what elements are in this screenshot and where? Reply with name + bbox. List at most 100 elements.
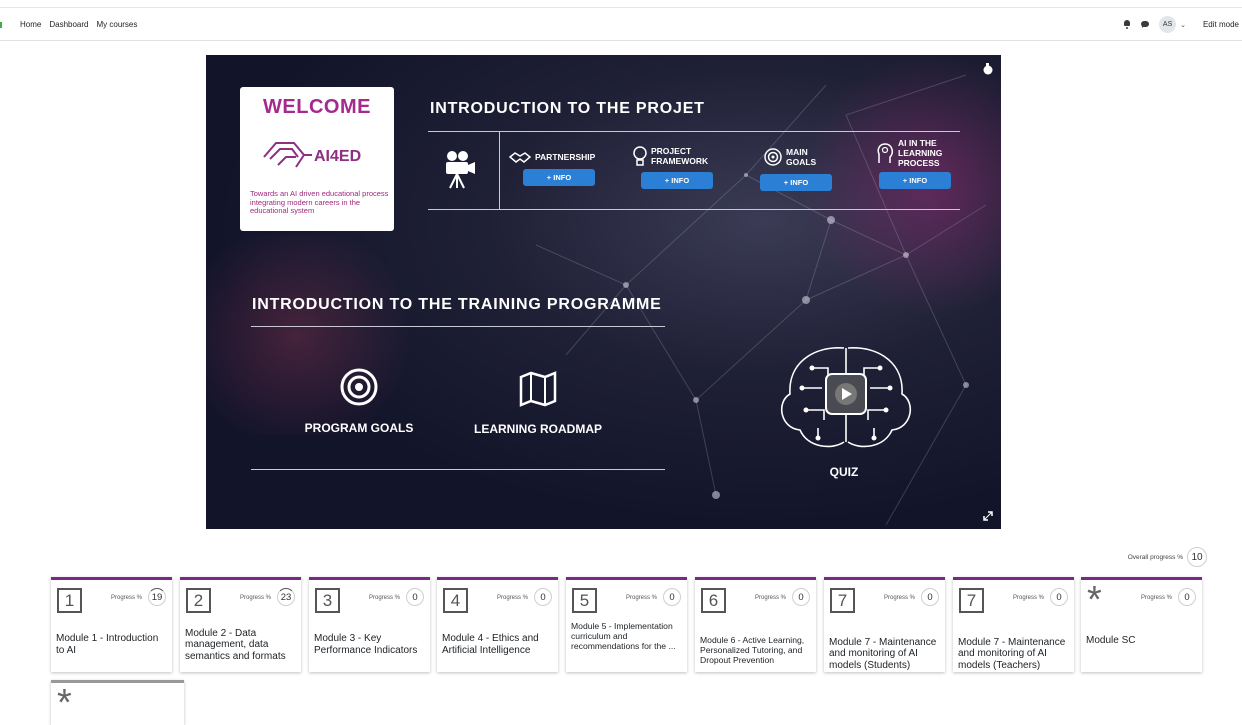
module-card[interactable]: 4 Progress % 0 Module 4 - Ethics and Art… [437,577,558,672]
welcome-title: WELCOME [263,96,371,118]
module-title[interactable]: Module SC [1086,635,1198,647]
progress-label: Progress % [239,595,271,601]
divider [499,131,500,209]
module-title[interactable]: Module 5 - Implementation curriculum and… [571,621,683,671]
module-number-icon: 6 [701,588,726,613]
module-card[interactable]: 5 Progress % 0 Module 5 - Implementation… [566,577,687,672]
project-item-partnership: PARTNERSHIP + INFO [509,151,595,186]
asterisk-icon: * [57,682,72,724]
module-card[interactable]: 2 Progress % 23 Module 2 - Data manageme… [180,577,301,672]
progress-label: Progress % [883,595,915,601]
progress-ring: 0 [534,588,552,606]
overall-progress-ring: 10 [1187,547,1207,567]
module-title[interactable]: Module 3 - Key Performance Indicators [314,633,426,656]
training-section-title: INTRODUCTION TO THE TRAINING PROGRAMME [252,296,662,313]
user-tools: AS ⌄ Edit mode [1123,16,1239,33]
progress-label: Progress % [110,595,142,601]
project-item-label: AI IN THE LEARNING PROCESS [898,138,943,168]
progress-label: Progress % [368,595,400,601]
brain-head-icon [877,143,894,163]
chevron-down-icon[interactable]: ⌄ [1180,21,1186,29]
module-number-icon: 4 [443,588,468,613]
program-goals-label: PROGRAM GOALS [304,421,414,435]
goals-info-button[interactable]: + INFO [760,174,832,191]
avatar[interactable]: AS [1159,16,1177,33]
chat-icon[interactable] [1141,20,1150,29]
quiz-button[interactable]: QUIZ [772,338,916,479]
program-goals-button[interactable]: PROGRAM GOALS [302,368,416,435]
lightbulb-icon [633,146,647,166]
module-title[interactable]: Module 6 - Active Learning, Personalized… [700,635,812,665]
module-card[interactable]: 7 Progress % 0 Module 7 - Maintenance an… [953,577,1074,672]
partnership-info-button[interactable]: + INFO [523,169,595,186]
video-camera-icon[interactable] [442,149,476,189]
asterisk-icon: * [1087,579,1102,621]
divider [251,326,665,327]
project-item-label: PROJECT FRAMEWORK [651,146,709,166]
target-icon [764,148,782,166]
nav-home[interactable]: Home [20,20,41,29]
project-section-title: INTRODUCTION TO THE PROJET [430,100,705,117]
ai-learning-info-button[interactable]: + INFO [879,172,951,189]
progress-ring: 0 [921,588,939,606]
divider [251,469,665,470]
project-item-ai-learning: AI IN THE LEARNING PROCESS + INFO [876,138,952,189]
pointer-hand-icon[interactable] [982,63,994,75]
map-icon [519,371,557,407]
module-number-icon: 3 [315,588,340,613]
divider [428,131,960,132]
module-title[interactable]: Module 1 - Introduction to AI [56,633,168,656]
divider [428,209,960,210]
overall-progress-label: Overall progress % [1127,553,1183,561]
module-card[interactable]: 6 Progress % 0 Module 6 - Active Learnin… [695,577,816,672]
svg-text:AI4ED: AI4ED [314,148,361,165]
module-title[interactable]: Module 7 - Maintenance and monitoring of… [958,637,1070,672]
module-card[interactable]: * [51,680,184,725]
bell-icon[interactable] [1123,20,1132,29]
framework-info-button[interactable]: + INFO [641,172,713,189]
learning-roadmap-label: LEARNING ROADMAP [474,422,602,436]
progress-ring: 0 [1178,588,1196,606]
project-item-label: MAIN GOALS [786,147,817,167]
top-navbar: Home Dashboard My courses AS ⌄ Edit mode [0,7,1242,41]
project-item-goals: MAIN GOALS + INFO [760,147,832,191]
progress-ring: 19 [148,588,166,606]
module-card[interactable]: 3 Progress % 0 Module 3 - Key Performanc… [309,577,430,672]
progress-ring: 23 [277,588,295,606]
module-title[interactable]: Module 2 - Data management, data semanti… [185,628,297,663]
progress-label: Progress % [625,595,657,601]
fullscreen-icon[interactable] [983,511,993,521]
nav-my-courses[interactable]: My courses [96,20,137,29]
module-card[interactable]: 1 Progress % 19 Module 1 - Introduction … [51,577,172,672]
progress-label: Progress % [496,595,528,601]
site-logo-fragment [0,22,2,28]
module-number-icon: 1 [57,588,82,613]
project-item-framework: PROJECT FRAMEWORK + INFO [633,145,715,189]
module-title[interactable]: Module 7 - Maintenance and monitoring of… [829,637,941,672]
progress-label: Progress % [1140,595,1172,601]
circuit-brain-icon [780,347,912,448]
handshake-icon [509,152,531,163]
welcome-card: WELCOME AI4ED Towards an AI driven educa… [240,87,394,231]
progress-ring: 0 [663,588,681,606]
module-card[interactable]: 7 Progress % 0 Module 7 - Maintenance an… [824,577,945,672]
nav-dashboard[interactable]: Dashboard [49,20,88,29]
ai4ed-logo: AI4ED [263,142,361,168]
module-title[interactable]: Module 4 - Ethics and Artificial Intelli… [442,633,554,656]
progress-label: Progress % [1012,595,1044,601]
quiz-label: QUIZ [829,465,859,479]
module-number-icon: 5 [572,588,597,613]
module-number-icon: 2 [186,588,211,613]
module-number-icon: 7 [830,588,855,613]
primary-navigation: Home Dashboard My courses [20,20,137,29]
progress-ring: 0 [792,588,810,606]
project-item-label: PARTNERSHIP [535,152,596,162]
module-card[interactable]: * Progress % 0 Module SC [1081,577,1202,672]
target-icon [340,368,378,406]
course-banner: WELCOME AI4ED Towards an AI driven educa… [206,55,1001,529]
overall-progress: Overall progress % 10 [1128,547,1207,567]
progress-ring: 0 [1050,588,1068,606]
progress-label: Progress % [754,595,786,601]
learning-roadmap-button[interactable]: LEARNING ROADMAP [468,371,608,436]
edit-mode-toggle[interactable]: Edit mode [1203,20,1239,29]
